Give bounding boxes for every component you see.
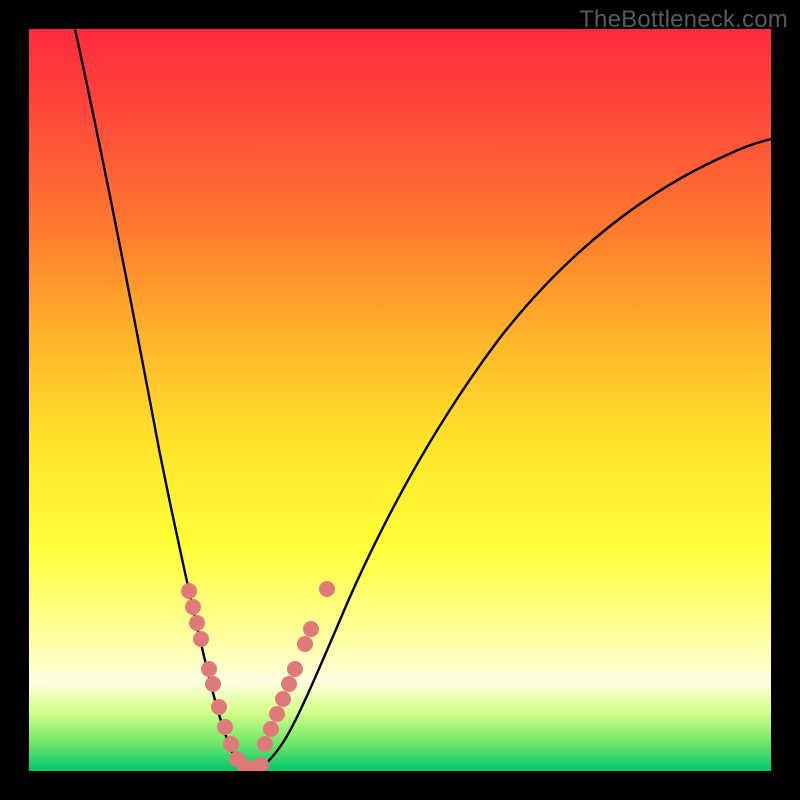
marker-right-2 <box>297 636 313 652</box>
marker-right-6 <box>269 706 285 722</box>
marker-right-4 <box>281 676 297 692</box>
curve-left-branch <box>75 29 251 771</box>
marker-right-0 <box>319 581 335 597</box>
marker-left-7 <box>217 719 233 735</box>
marker-left-8 <box>223 736 239 752</box>
marker-left-1 <box>185 599 201 615</box>
curve-right-branch <box>251 139 771 771</box>
marker-left-4 <box>201 661 217 677</box>
marker-left-6 <box>211 699 227 715</box>
marker-left-2 <box>189 615 205 631</box>
watermark-text: TheBottleneck.com <box>579 6 788 34</box>
marker-right-7 <box>263 721 279 737</box>
marker-right-5 <box>275 691 291 707</box>
marker-left-5 <box>205 676 221 692</box>
marker-right-1 <box>303 621 319 637</box>
chart-plot-area <box>29 29 771 771</box>
marker-right-3 <box>287 661 303 677</box>
marker-left-3 <box>193 631 209 647</box>
marker-bottom-3 <box>253 757 269 771</box>
marker-left-0 <box>181 583 197 599</box>
bottleneck-curve-svg <box>29 29 771 771</box>
marker-right-8 <box>257 736 273 752</box>
data-markers-group <box>181 581 335 771</box>
